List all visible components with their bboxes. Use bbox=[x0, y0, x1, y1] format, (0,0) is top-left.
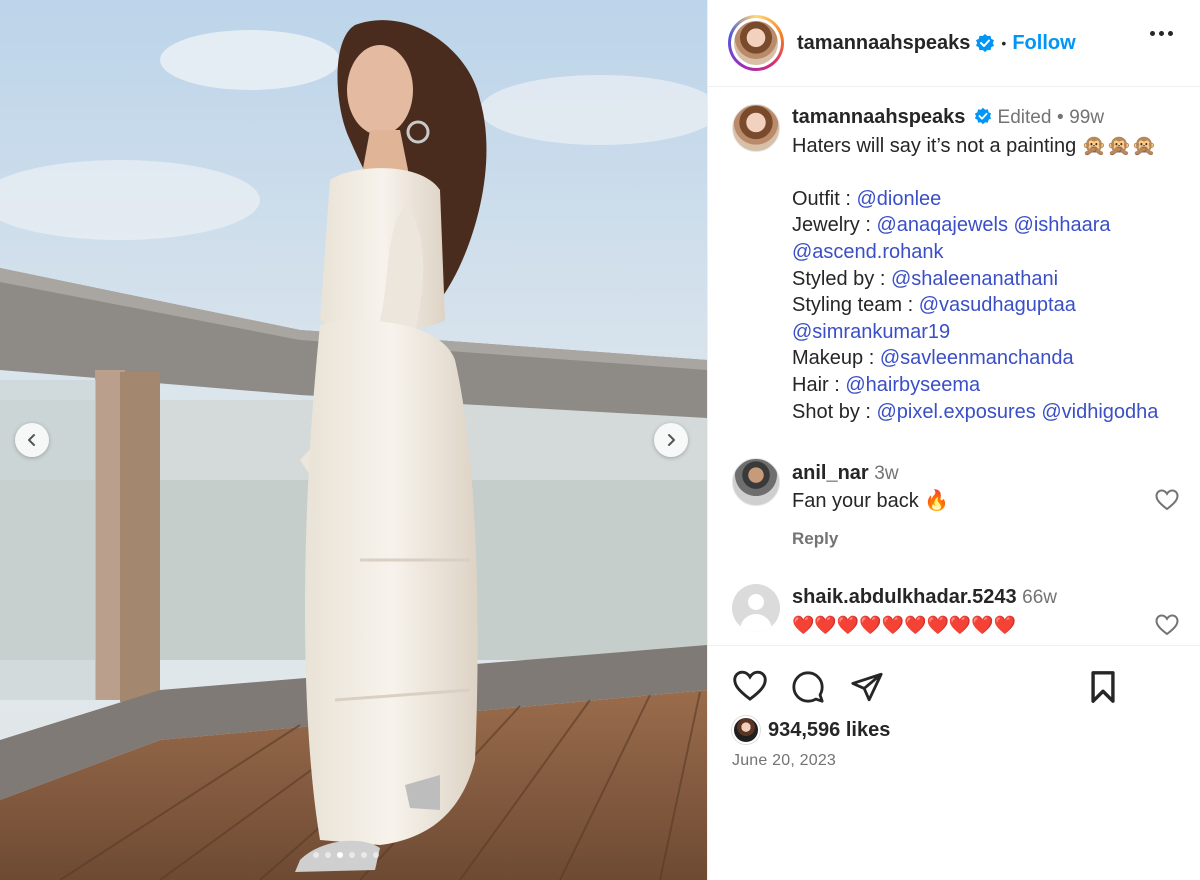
post-date[interactable]: June 20, 2023 bbox=[732, 752, 836, 770]
mention-link[interactable]: @vidhigodha bbox=[1041, 401, 1158, 423]
edited-label: Edited bbox=[997, 107, 1052, 128]
caption-first-line: Haters will say it’s not a painting 🙊🙊🙊 bbox=[792, 134, 1157, 157]
heart-icon[interactable] bbox=[732, 670, 768, 707]
carousel-dot bbox=[349, 852, 355, 858]
comment: anil_nar 3w Fan your back 🔥 bbox=[792, 460, 1187, 514]
photo-illustration bbox=[0, 0, 707, 880]
carousel-dot bbox=[361, 852, 367, 858]
comment-age: 3w bbox=[874, 463, 899, 484]
mention-link[interactable]: @shaleenanathani bbox=[891, 268, 1058, 290]
post-details-pane: tamannaahspeaks • Follow tamannaahspeaks bbox=[707, 0, 1200, 880]
caption-username[interactable]: tamannaahspeaks bbox=[792, 106, 965, 128]
like-comment-heart-icon[interactable] bbox=[1155, 489, 1179, 516]
post-actions: 934,596 likes June 20, 2023 bbox=[708, 645, 1200, 880]
comment-text: Fan your back 🔥 bbox=[792, 489, 950, 512]
comments-section[interactable]: tamannaahspeaks Edited • 99w Haters will… bbox=[708, 88, 1200, 645]
avatar bbox=[734, 21, 778, 65]
mention-link[interactable]: @vasudhaguptaa bbox=[919, 294, 1076, 316]
likes-summary[interactable]: 934,596 likes bbox=[732, 716, 890, 744]
author-username[interactable]: tamannaahspeaks bbox=[797, 32, 970, 55]
bookmark-icon[interactable] bbox=[1088, 670, 1118, 709]
mention-link[interactable]: @hairbyseema bbox=[845, 374, 980, 396]
caption-separator: • bbox=[1056, 107, 1064, 128]
carousel-dot bbox=[373, 852, 379, 858]
styled-by-label: Styled by : bbox=[792, 267, 886, 290]
makeup-label: Makeup : bbox=[792, 347, 875, 370]
liker-avatar bbox=[732, 716, 760, 744]
comment-text: ❤️❤️❤️❤️❤️❤️❤️❤️❤️❤️ bbox=[792, 614, 1017, 635]
outfit-label: Outfit : bbox=[792, 187, 851, 210]
mention-link[interactable]: @savleenmanchanda bbox=[880, 347, 1074, 369]
mention-link[interactable]: @simrankumar19 bbox=[792, 321, 950, 343]
comment-username[interactable]: anil_nar bbox=[792, 462, 869, 484]
caption: tamannaahspeaks Edited • 99w Haters will… bbox=[792, 104, 1187, 425]
caption-age: 99w bbox=[1069, 107, 1105, 128]
commenter-avatar[interactable] bbox=[732, 584, 780, 632]
verified-badge-icon bbox=[974, 106, 992, 133]
mention-link[interactable]: @pixel.exposures bbox=[877, 401, 1036, 423]
hair-label: Hair : bbox=[792, 373, 840, 396]
share-icon[interactable] bbox=[850, 670, 884, 709]
comment-icon[interactable] bbox=[791, 670, 825, 709]
reply-button[interactable]: Reply bbox=[792, 529, 838, 549]
post-header: tamannaahspeaks • Follow bbox=[708, 0, 1200, 87]
previous-slide-button[interactable] bbox=[15, 423, 49, 457]
story-avatar[interactable] bbox=[728, 15, 784, 71]
carousel-dot-active bbox=[337, 852, 343, 858]
follow-button[interactable]: Follow bbox=[1012, 32, 1075, 55]
comment-age: 66w bbox=[1022, 587, 1057, 608]
jewelry-label: Jewelry : bbox=[792, 214, 871, 237]
carousel-dot bbox=[313, 852, 319, 858]
carousel-dot bbox=[325, 852, 331, 858]
shot-by-label: Shot by : bbox=[792, 400, 871, 423]
mention-link[interactable]: @ishhaara bbox=[1014, 214, 1111, 236]
verified-badge-icon bbox=[975, 33, 995, 53]
chevron-left-icon bbox=[28, 434, 35, 446]
comment-username[interactable]: shaik.abdulkhadar.5243 bbox=[792, 586, 1017, 608]
separator-dot: • bbox=[1001, 35, 1007, 51]
commenter-avatar[interactable] bbox=[732, 458, 780, 506]
likes-count[interactable]: 934,596 likes bbox=[768, 719, 890, 742]
comment: shaik.abdulkhadar.5243 66w ❤️❤️❤️❤️❤️❤️❤… bbox=[792, 584, 1187, 638]
next-slide-button[interactable] bbox=[654, 423, 688, 457]
mention-link[interactable]: @dionlee bbox=[856, 188, 941, 210]
caption-avatar[interactable] bbox=[732, 104, 780, 152]
post-photo bbox=[0, 0, 707, 880]
carousel-indicator bbox=[313, 852, 379, 858]
mention-link[interactable]: @ascend.rohank bbox=[792, 241, 944, 263]
more-options-icon[interactable] bbox=[1150, 31, 1173, 36]
mention-link[interactable]: @anaqajewels bbox=[876, 214, 1008, 236]
chevron-right-icon bbox=[668, 434, 675, 446]
like-comment-heart-icon[interactable] bbox=[1155, 614, 1179, 641]
styling-team-label: Styling team : bbox=[792, 294, 914, 317]
